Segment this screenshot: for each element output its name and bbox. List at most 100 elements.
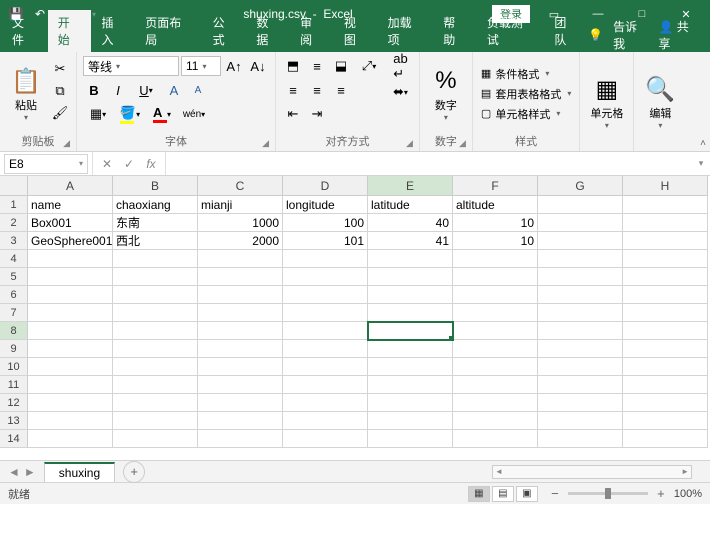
add-sheet-button[interactable]: + — [123, 461, 145, 483]
cell[interactable] — [368, 412, 453, 430]
cell[interactable] — [283, 304, 368, 322]
column-header[interactable]: A — [28, 176, 113, 196]
cell[interactable] — [198, 394, 283, 412]
cell[interactable] — [623, 286, 708, 304]
collapse-ribbon-icon[interactable]: ˄ — [700, 138, 706, 149]
format-as-table-button[interactable]: ▤套用表格格式▾ — [479, 85, 573, 103]
align-center-icon[interactable]: ≡ — [306, 80, 328, 100]
decrease-indent-icon[interactable]: ⇤ — [282, 104, 304, 124]
zoom-slider[interactable] — [568, 492, 648, 495]
cell[interactable] — [113, 412, 198, 430]
cell[interactable] — [28, 250, 113, 268]
cell[interactable] — [538, 196, 623, 214]
column-header[interactable]: G — [538, 176, 623, 196]
cell[interactable] — [368, 394, 453, 412]
cell[interactable] — [368, 250, 453, 268]
cell[interactable] — [623, 412, 708, 430]
cell[interactable] — [198, 358, 283, 376]
sheet-tab-shuxing[interactable]: shuxing — [44, 462, 115, 482]
cell[interactable] — [28, 304, 113, 322]
cell[interactable] — [283, 430, 368, 448]
cell[interactable] — [113, 322, 198, 340]
cell[interactable] — [198, 268, 283, 286]
name-box[interactable]: E8▾ — [4, 154, 88, 174]
cell[interactable] — [623, 268, 708, 286]
cell[interactable] — [623, 376, 708, 394]
tab-page-layout[interactable]: 页面布局 — [135, 10, 202, 52]
cell[interactable] — [538, 250, 623, 268]
cell[interactable] — [538, 340, 623, 358]
cell[interactable] — [538, 394, 623, 412]
cell[interactable] — [538, 322, 623, 340]
cell[interactable]: 2000 — [198, 232, 283, 250]
tellme-icon[interactable]: 💡 — [588, 28, 603, 42]
cell[interactable]: 100 — [283, 214, 368, 232]
format-painter-icon[interactable]: 🖌 — [50, 104, 70, 122]
cell[interactable] — [453, 376, 538, 394]
cell[interactable] — [453, 268, 538, 286]
italic-button[interactable]: I — [107, 80, 129, 100]
cell[interactable] — [113, 304, 198, 322]
cell[interactable] — [198, 286, 283, 304]
cell[interactable] — [198, 322, 283, 340]
accept-formula-icon[interactable]: ✓ — [119, 157, 139, 171]
cell[interactable] — [283, 286, 368, 304]
borders-button[interactable]: ▦ ▾ — [83, 104, 113, 124]
underline-button[interactable]: U ▾ — [131, 80, 161, 100]
cell[interactable] — [198, 340, 283, 358]
tab-team[interactable]: 团队 — [544, 10, 588, 52]
cell[interactable] — [538, 232, 623, 250]
row-header[interactable]: 2 — [0, 214, 28, 232]
formula-input[interactable] — [166, 154, 692, 174]
cell[interactable] — [113, 394, 198, 412]
cut-icon[interactable]: ✂ — [50, 60, 70, 78]
cell[interactable]: Box001 — [28, 214, 113, 232]
editing-button[interactable]: 🔍 编辑 ▾ — [640, 56, 680, 147]
cell[interactable] — [538, 376, 623, 394]
row-header[interactable]: 7 — [0, 304, 28, 322]
tellme-button[interactable]: 告诉我 — [613, 18, 648, 52]
phonetic-button[interactable]: wén ▾ — [179, 104, 209, 124]
number-launcher-icon[interactable]: ◢ — [459, 138, 466, 149]
cell[interactable] — [538, 430, 623, 448]
cell[interactable] — [368, 340, 453, 358]
cell[interactable] — [623, 394, 708, 412]
font-color-button[interactable]: A▾ — [147, 104, 177, 124]
tab-file[interactable]: 文件 — [0, 10, 48, 52]
decrease-font-2-icon[interactable]: A — [187, 80, 209, 100]
row-header[interactable]: 14 — [0, 430, 28, 448]
zoom-in-button[interactable]: + — [654, 486, 668, 501]
paste-button[interactable]: 📋 粘贴 ▾ — [6, 56, 46, 131]
cell[interactable] — [198, 304, 283, 322]
conditional-formatting-button[interactable]: ▦条件格式▾ — [479, 65, 573, 83]
cell[interactable] — [538, 214, 623, 232]
cell[interactable] — [453, 340, 538, 358]
cell[interactable]: 41 — [368, 232, 453, 250]
view-page-layout-icon[interactable]: ▤ — [492, 486, 514, 502]
cell[interactable] — [453, 250, 538, 268]
expand-formula-bar-icon[interactable]: ▾ — [692, 158, 710, 169]
cell[interactable]: name — [28, 196, 113, 214]
cell[interactable] — [28, 340, 113, 358]
cell[interactable] — [198, 250, 283, 268]
cell[interactable] — [283, 268, 368, 286]
row-header[interactable]: 3 — [0, 232, 28, 250]
cell[interactable] — [283, 376, 368, 394]
cell[interactable]: latitude — [368, 196, 453, 214]
tab-loadtest[interactable]: 负载测试 — [477, 10, 544, 52]
cell[interactable] — [28, 268, 113, 286]
fx-icon[interactable]: fx — [141, 157, 161, 171]
merge-center-button[interactable]: ⬌ ▾ — [388, 82, 413, 102]
horizontal-scrollbar[interactable] — [492, 465, 692, 479]
cell[interactable] — [453, 394, 538, 412]
align-top-icon[interactable]: ⬒ — [282, 56, 304, 76]
tab-help[interactable]: 帮助 — [433, 10, 477, 52]
row-header[interactable]: 8 — [0, 322, 28, 340]
cell[interactable] — [453, 304, 538, 322]
select-all-corner[interactable] — [0, 176, 28, 196]
cell[interactable] — [283, 340, 368, 358]
tab-formulas[interactable]: 公式 — [203, 10, 247, 52]
copy-icon[interactable]: ⧉ — [50, 82, 70, 100]
cell[interactable] — [113, 358, 198, 376]
cell[interactable] — [623, 430, 708, 448]
